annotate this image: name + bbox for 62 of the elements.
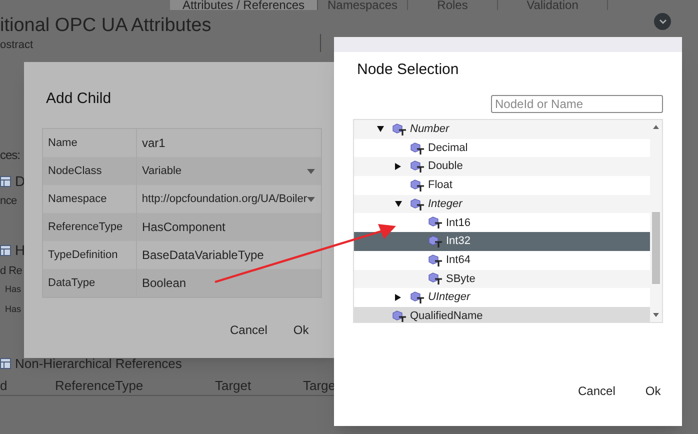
tree-item[interactable]: SByte (354, 270, 650, 288)
caret-icon (394, 201, 402, 208)
table-cell-text: Has (5, 283, 22, 296)
scrollbar-thumb[interactable] (652, 212, 660, 284)
column-header: Targe (303, 377, 336, 395)
section-label: Non-Hierarchical References (15, 355, 182, 373)
section-heading: itional OPC UA Attributes (0, 14, 212, 38)
tree-item[interactable]: Number (354, 120, 650, 139)
table-cell-text: BaseDataVariableType (141, 247, 265, 264)
table-cell-text: var1 (141, 135, 166, 152)
field-text: ostract (0, 38, 34, 53)
label: H (15, 241, 26, 260)
type-icon (392, 310, 408, 322)
type-icon (428, 216, 444, 230)
type-icon (428, 234, 444, 248)
tree-item[interactable]: QualifiedName (354, 306, 650, 322)
caret-icon (395, 294, 401, 302)
caret-icon (395, 163, 401, 170)
caret-icon (376, 126, 384, 132)
table-cell-text: Has (5, 303, 22, 316)
type-icon (428, 254, 444, 267)
table-icon (0, 358, 11, 370)
scroll-up-icon[interactable] (653, 125, 659, 129)
scrollbar[interactable] (650, 120, 662, 322)
dropdown[interactable]: Variable (137, 157, 321, 185)
label: D (15, 172, 26, 191)
tree-item[interactable]: Decimal (354, 138, 650, 158)
chevron-icon (658, 18, 666, 24)
tree-item[interactable]: Integer (354, 194, 650, 214)
scroll-down-icon[interactable] (653, 313, 659, 317)
dialog-title: Add Child (46, 89, 112, 109)
tree-item[interactable]: Int32 (354, 232, 650, 251)
search-field[interactable]: NodeId or Name (491, 95, 663, 113)
table-cell-text: Boolean (141, 275, 188, 292)
column-header: ReferenceType (55, 377, 144, 395)
type-icon (428, 272, 444, 286)
dialog-button[interactable]: Ok (285, 318, 317, 342)
type-icon (410, 160, 426, 174)
field-label: DataType (43, 269, 137, 297)
dialog-button[interactable]: Ok (637, 379, 669, 403)
tab[interactable]: Attributes / References (170, 0, 318, 10)
tree-item[interactable]: Double (354, 157, 650, 176)
type-icon (410, 291, 426, 304)
column-header: Target (215, 377, 252, 395)
type-icon (392, 122, 408, 136)
table-icon (0, 176, 11, 187)
table-cell-text: HasComponent (141, 219, 226, 236)
label: nce (0, 194, 17, 209)
dialog-title: Node Selection (357, 60, 459, 80)
column-header: d (0, 377, 8, 395)
type-icon (410, 178, 426, 192)
section-label: ces: (0, 147, 20, 164)
collapse-button[interactable] (654, 13, 671, 30)
caret-icon (307, 168, 315, 174)
type-icon (410, 198, 426, 211)
label: d Re (0, 264, 22, 279)
caret-icon (307, 196, 315, 202)
type-icon (410, 142, 426, 155)
dialog-button[interactable]: Cancel (222, 318, 276, 342)
dropdown[interactable]: http://opcfoundation.org/UA/Boiler (136, 185, 321, 213)
dialog-button[interactable]: Cancel (570, 379, 624, 403)
table-icon (0, 245, 11, 256)
